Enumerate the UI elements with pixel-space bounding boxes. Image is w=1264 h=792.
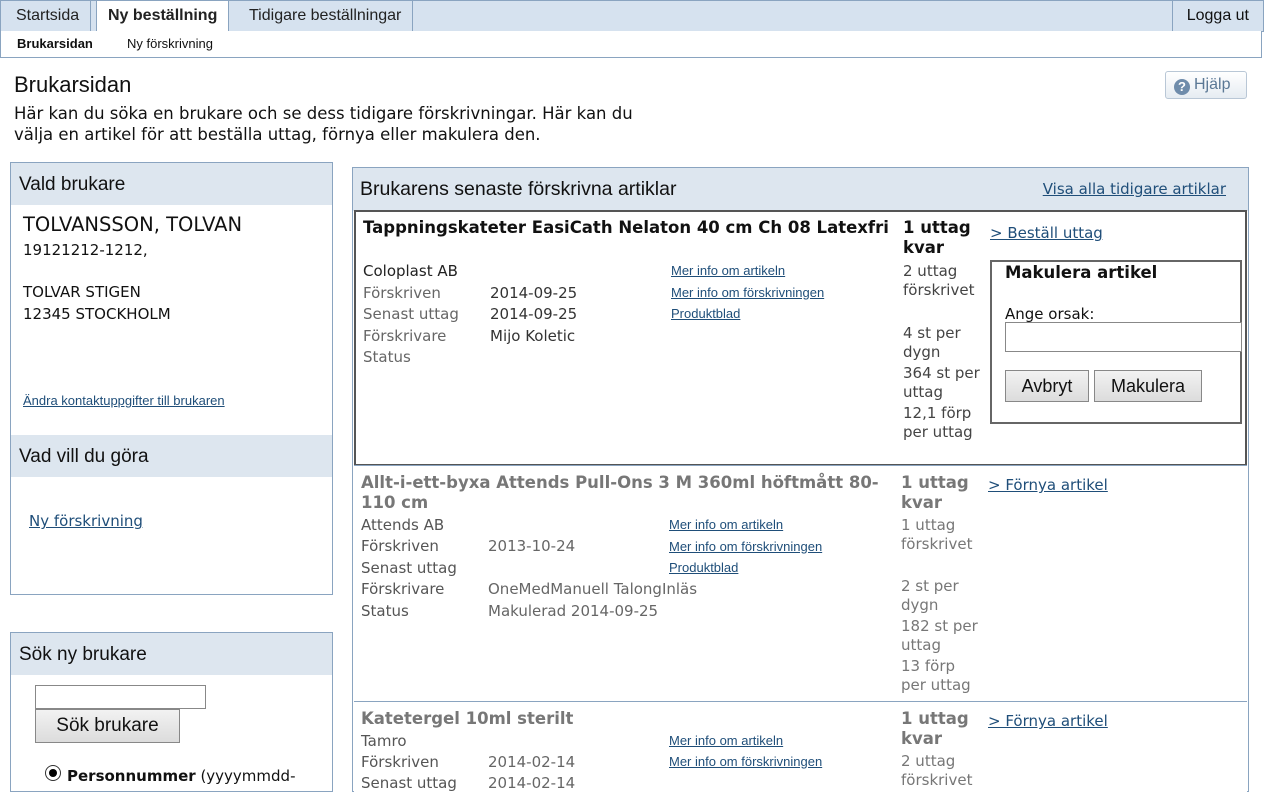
reason-input[interactable]: [1005, 322, 1242, 352]
renew-article-link[interactable]: > Förnya artikel: [988, 712, 1108, 730]
remaining-withdrawals: 1 uttag kvar: [901, 473, 969, 512]
prescription-info-link[interactable]: Mer info om förskrivningen: [669, 754, 822, 769]
dose-per-day: 2 st per dygn: [901, 577, 959, 614]
packages-per-withdrawal: 12,1 förp per uttag: [903, 404, 973, 441]
prescribed-withdrawals: 2 uttag förskrivet: [901, 752, 973, 789]
prescribed-label: Förskriven: [361, 753, 439, 771]
articles-panel: Brukarens senaste förskrivna artiklar Vi…: [352, 167, 1249, 792]
status-label: Status: [363, 348, 411, 366]
packages-per-withdrawal: 13 förp per uttag: [901, 657, 971, 694]
help-label: Hjälp: [1194, 76, 1231, 93]
product-sheet-link[interactable]: Produktblad: [669, 560, 738, 575]
page-title: Brukarsidan: [14, 72, 132, 97]
show-all-articles-link[interactable]: Visa alla tidigare artiklar: [1043, 180, 1226, 198]
selected-user-panel: Vald brukare TOLVANSSON, TOLVAN 19121212…: [10, 162, 333, 595]
page-description: Här kan du söka en brukare och se dess t…: [14, 104, 633, 144]
edit-contact-link[interactable]: Ändra kontaktuppgifter till brukaren: [23, 393, 225, 408]
article-item: Tappningskateter EasiCath Nelaton 40 cm …: [354, 210, 1247, 466]
tab-startsida[interactable]: Startsida: [5, 1, 92, 31]
user-personal-number: 19121212-1212,: [23, 241, 148, 259]
units-per-withdrawal: 364 st per uttag: [903, 364, 980, 401]
reason-label: Ange orsak:: [1005, 305, 1095, 323]
last-withdrawal-date: 2014-09-25: [490, 305, 578, 323]
cancel-article-title: Makulera artikel: [1005, 263, 1158, 282]
new-prescription-link[interactable]: Ny förskrivning: [29, 512, 143, 530]
subnav-ny-forskrivning[interactable]: Ny förskrivning: [127, 36, 213, 51]
tab-tidigare-bestallningar[interactable]: Tidigare beställningar: [238, 1, 414, 31]
prescriber-name: OneMedManuell TalongInläs: [488, 580, 698, 598]
last-withdrawal-label: Senast uttag: [361, 774, 457, 792]
article-title: Katetergel 10ml sterilt: [361, 709, 574, 728]
order-withdrawal-link[interactable]: > Beställ uttag: [990, 224, 1103, 242]
search-user-input[interactable]: [35, 685, 206, 709]
article-title: Tappningskateter EasiCath Nelaton 40 cm …: [363, 218, 889, 237]
user-name: TOLVANSSON, TOLVAN: [23, 213, 243, 236]
subnav-brukarsidan[interactable]: Brukarsidan: [17, 36, 93, 51]
prescriber-label: Förskrivare: [361, 580, 445, 598]
prescription-info-link[interactable]: Mer info om förskrivningen: [671, 285, 824, 300]
article-supplier: Tamro: [361, 732, 407, 750]
search-user-panel: Sök ny brukare Sök brukare Personnummer …: [10, 632, 333, 792]
status-value: Makulerad 2014-09-25: [488, 602, 659, 620]
prescriber-label: Förskrivare: [363, 327, 447, 345]
logout-button[interactable]: Logga ut: [1171, 1, 1263, 31]
user-address-line2: 12345 STOCKHOLM: [23, 305, 171, 323]
last-withdrawal-label: Senast uttag: [363, 305, 459, 323]
dose-per-day: 4 st per dygn: [903, 324, 961, 361]
personnummer-radio[interactable]: [45, 765, 61, 781]
article-supplier: Attends AB: [361, 516, 445, 534]
prescribed-date: 2013-10-24: [488, 537, 576, 555]
article-supplier: Coloplast AB: [363, 262, 458, 280]
user-address-line1: TOLVAR STIGEN: [23, 283, 141, 301]
actions-heading: Vad vill du göra: [11, 435, 332, 477]
prescription-info-link[interactable]: Mer info om förskrivningen: [669, 539, 822, 554]
article-info-link[interactable]: Mer info om artikeln: [669, 733, 783, 748]
renew-article-link[interactable]: > Förnya artikel: [988, 476, 1108, 494]
search-user-button[interactable]: Sök brukare: [35, 709, 180, 743]
help-icon: ?: [1174, 79, 1190, 95]
article-info-link[interactable]: Mer info om artikeln: [669, 517, 783, 532]
units-per-withdrawal: 182 st per uttag: [901, 617, 978, 654]
remaining-withdrawals: 1 uttag kvar: [903, 218, 971, 257]
article-item: Allt-i-ett-byxa Attends Pull-Ons 3 M 360…: [354, 465, 1247, 702]
prescriber-name: Mijo Koletic: [490, 327, 576, 345]
prescribed-date: 2014-02-14: [488, 753, 576, 771]
prescribed-date: 2014-09-25: [490, 284, 578, 302]
cancel-button[interactable]: Avbryt: [1005, 370, 1089, 402]
article-info-link[interactable]: Mer info om artikeln: [671, 263, 785, 278]
last-withdrawal-label: Senast uttag: [361, 559, 457, 577]
search-user-heading: Sök ny brukare: [11, 633, 332, 675]
confirm-cancel-button[interactable]: Makulera: [1094, 370, 1202, 402]
sub-navigation: Brukarsidan Ny förskrivning: [0, 31, 1262, 58]
article-item: Katetergel 10ml sterilt Tamro Förskriven…: [354, 701, 1247, 792]
personnummer-radio-label: Personnummer (yyyymmdd-: [67, 767, 296, 785]
cancel-article-box: Makulera artikel Ange orsak: Avbryt Maku…: [990, 260, 1242, 424]
last-withdrawal-date: 2014-02-14: [488, 774, 576, 792]
help-button[interactable]: ? Hjälp: [1165, 71, 1247, 99]
top-navigation: Startsida Ny beställning Tidigare bestäl…: [0, 0, 1264, 32]
status-label: Status: [361, 602, 409, 620]
prescribed-withdrawals: 2 uttag förskrivet: [903, 262, 975, 299]
article-title: Allt-i-ett-byxa Attends Pull-Ons 3 M 360…: [361, 473, 879, 512]
prescribed-label: Förskriven: [361, 537, 439, 555]
prescribed-withdrawals: 1 uttag förskrivet: [901, 516, 973, 553]
tab-ny-bestallning[interactable]: Ny beställning: [96, 1, 230, 32]
product-sheet-link[interactable]: Produktblad: [671, 306, 740, 321]
remaining-withdrawals: 1 uttag kvar: [901, 709, 969, 748]
prescribed-label: Förskriven: [363, 284, 441, 302]
selected-user-heading: Vald brukare: [11, 163, 332, 205]
